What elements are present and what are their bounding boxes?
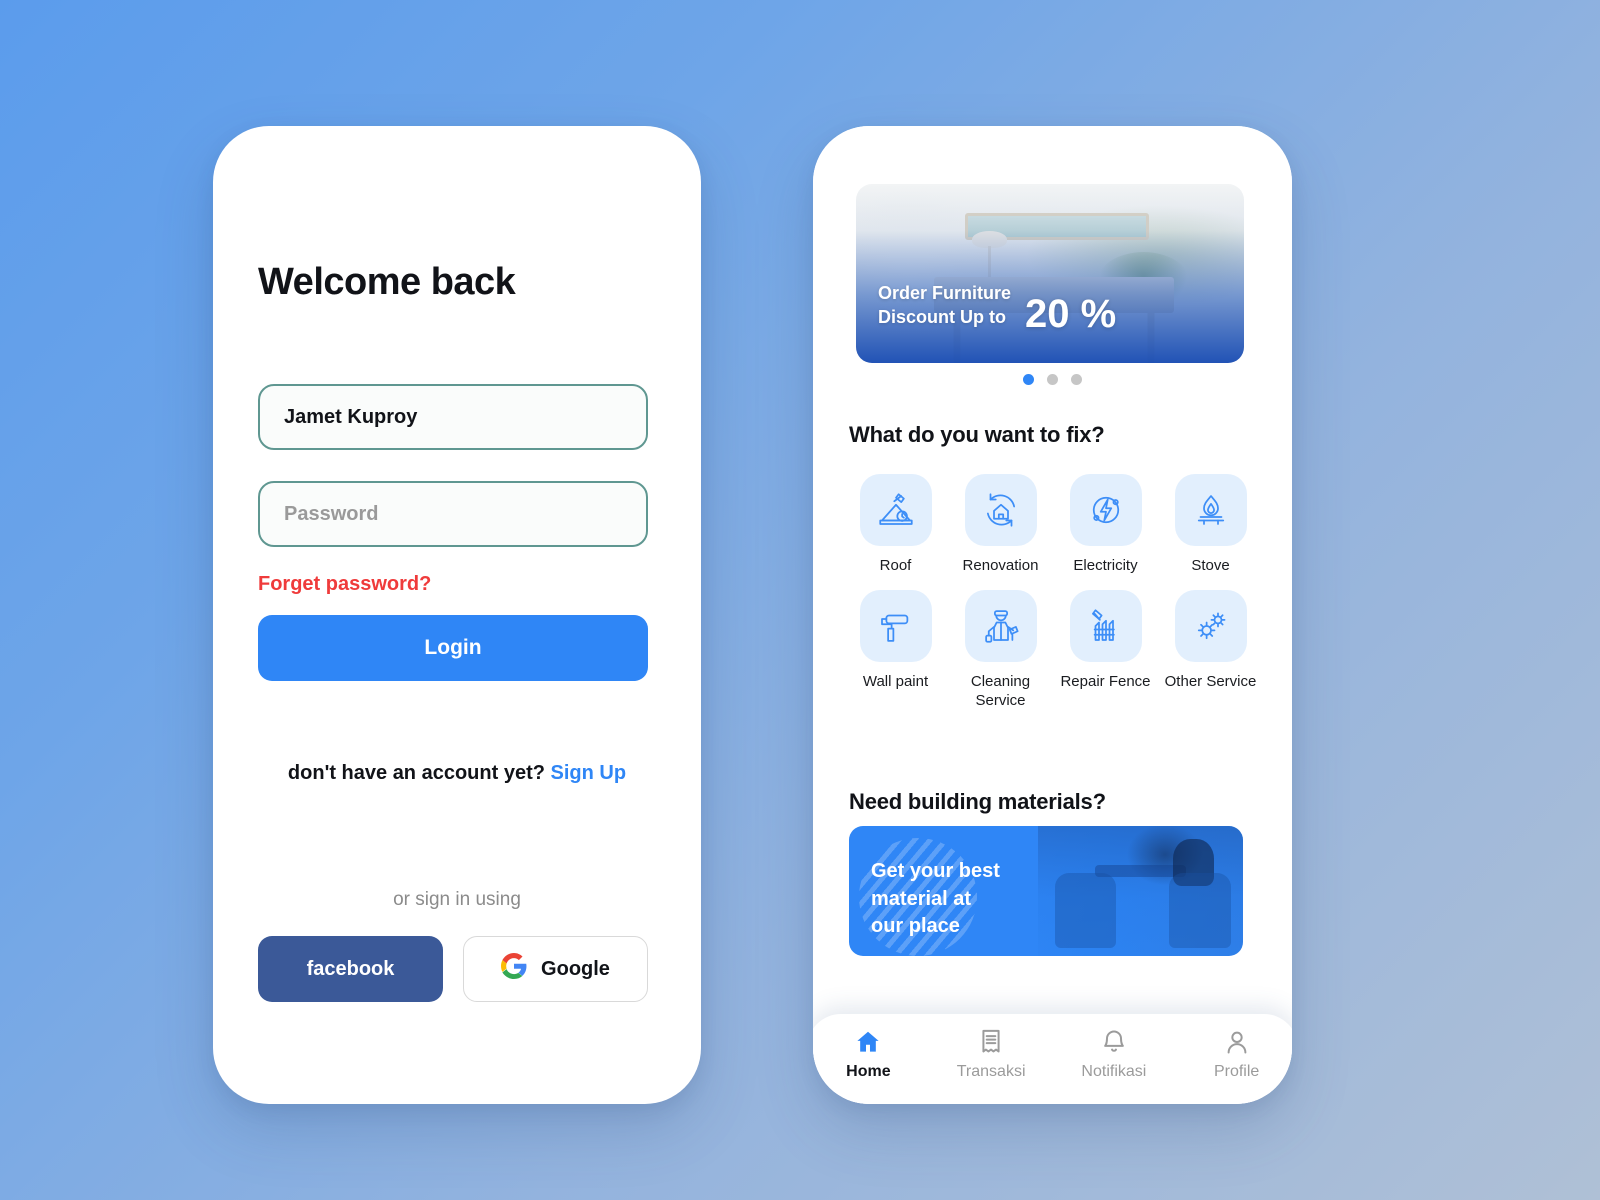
services-grid: Roof Renovation Electricity Stove Wall p… xyxy=(843,474,1263,711)
service-item-wall-paint[interactable]: Wall paint xyxy=(843,589,948,711)
gears-icon xyxy=(1197,611,1225,639)
decor-chair-left xyxy=(1054,872,1116,949)
nav-label: Profile xyxy=(1213,1063,1260,1080)
service-label: Repair Fence xyxy=(1060,672,1151,690)
home-phone-frame: Order Furniture Discount Up to 20 % What… xyxy=(813,126,1292,1104)
service-tile xyxy=(1174,589,1247,662)
service-tile xyxy=(859,589,932,662)
username-input[interactable]: Jamet Kuproy xyxy=(258,384,648,450)
nav-item-profile[interactable]: Profile xyxy=(1189,1028,1285,1081)
service-item-electricity[interactable]: Electricity xyxy=(1053,474,1158,576)
or-sign-in-label: or sign in using xyxy=(393,889,521,910)
promo-discount-percent: 20 % xyxy=(1025,292,1117,336)
bottom-navigation-bar: Home Transaksi Notifikasi Profile xyxy=(813,1014,1292,1104)
service-label: Other Service xyxy=(1164,672,1257,690)
fence-hammer-icon xyxy=(1091,608,1115,641)
service-tile xyxy=(964,589,1037,662)
materials-line-2: material at xyxy=(871,887,972,910)
service-label: Roof xyxy=(879,557,912,574)
facebook-login-button[interactable]: facebook xyxy=(258,936,443,1002)
nav-label: Home xyxy=(846,1063,891,1080)
service-tile xyxy=(964,474,1037,546)
nav-label: Transaksi xyxy=(956,1063,1026,1080)
home-icon xyxy=(854,1028,882,1056)
promo-banner[interactable]: Order Furniture Discount Up to 20 % xyxy=(856,184,1244,363)
service-item-other-service[interactable]: Other Service xyxy=(1158,589,1263,711)
service-label: Wall paint xyxy=(862,672,929,690)
service-label: Electricity xyxy=(1073,557,1138,574)
person-icon xyxy=(1223,1028,1251,1056)
service-item-stove[interactable]: Stove xyxy=(1158,474,1263,576)
materials-banner-photo xyxy=(1038,826,1243,956)
promo-line-1: Order Furniture xyxy=(878,283,1012,304)
carousel-dot-2[interactable] xyxy=(1047,374,1058,385)
service-tile xyxy=(1069,474,1142,546)
carousel-dots xyxy=(813,374,1292,385)
password-placeholder: Password xyxy=(284,502,379,525)
google-login-label: Google xyxy=(541,957,610,980)
login-phone-frame: Welcome back Jamet Kuproy Password Forge… xyxy=(213,126,701,1104)
signup-row: don't have an account yet? Sign Up xyxy=(213,762,701,785)
username-value: Jamet Kuproy xyxy=(284,405,418,428)
cleaner-person-icon xyxy=(984,609,1018,643)
promo-banner-text: Order Furniture Discount Up to 20 % xyxy=(878,282,1116,334)
service-item-roof[interactable]: Roof xyxy=(843,474,948,576)
carousel-dot-1[interactable] xyxy=(1023,374,1034,385)
receipt-icon xyxy=(977,1028,1005,1056)
login-button[interactable]: Login xyxy=(258,615,648,681)
carousel-dot-3[interactable] xyxy=(1071,374,1082,385)
materials-line-3: our place xyxy=(871,915,960,938)
nav-item-notifikasi[interactable]: Notifikasi xyxy=(1066,1028,1162,1081)
service-item-renovation[interactable]: Renovation xyxy=(948,474,1053,576)
password-input[interactable]: Password xyxy=(258,481,648,547)
google-login-button[interactable]: Google xyxy=(463,936,648,1002)
signup-prompt-text: don't have an account yet? xyxy=(287,762,545,784)
sign-up-link[interactable]: Sign Up xyxy=(551,762,627,784)
stove-flame-icon xyxy=(1197,495,1224,525)
home-screen: Order Furniture Discount Up to 20 % What… xyxy=(813,126,1292,1104)
service-item-cleaning-service[interactable]: Cleaning Service xyxy=(948,589,1053,711)
fix-section-title: What do you want to fix? xyxy=(849,422,1105,447)
social-login-row: facebook Google xyxy=(258,936,648,1002)
service-item-repair-fence[interactable]: Repair Fence xyxy=(1053,589,1158,711)
materials-banner[interactable]: Get your best material at our place xyxy=(849,826,1243,956)
decor-chair-right xyxy=(1169,872,1231,949)
service-label: Stove xyxy=(1191,557,1230,574)
service-label: Renovation xyxy=(962,557,1039,574)
login-screen: Welcome back Jamet Kuproy Password Forge… xyxy=(213,126,701,1104)
materials-section-title: Need building materials? xyxy=(849,789,1106,814)
materials-banner-text: Get your best material at our place xyxy=(871,858,1000,941)
bell-icon xyxy=(1100,1028,1128,1056)
service-tile xyxy=(1174,474,1247,546)
paint-roller-icon xyxy=(880,614,908,642)
google-logo-icon xyxy=(501,953,527,985)
service-tile xyxy=(859,474,932,546)
lightning-circle-icon xyxy=(1092,496,1119,524)
service-tile xyxy=(1069,589,1142,662)
nav-item-transaksi[interactable]: Transaksi xyxy=(943,1028,1039,1081)
promo-line-2: Discount Up to xyxy=(878,306,1006,327)
nav-item-home[interactable]: Home xyxy=(820,1028,916,1081)
service-label: Cleaning Service xyxy=(970,672,1031,710)
page-title: Welcome back xyxy=(258,261,516,303)
materials-line-1: Get your best xyxy=(871,860,1000,882)
promo-banner-overlay xyxy=(856,184,1244,363)
roof-hammer-icon xyxy=(878,493,913,525)
nav-label: Notifikasi xyxy=(1081,1063,1147,1080)
house-refresh-icon xyxy=(986,493,1015,527)
forget-password-link[interactable]: Forget password? xyxy=(258,573,431,596)
